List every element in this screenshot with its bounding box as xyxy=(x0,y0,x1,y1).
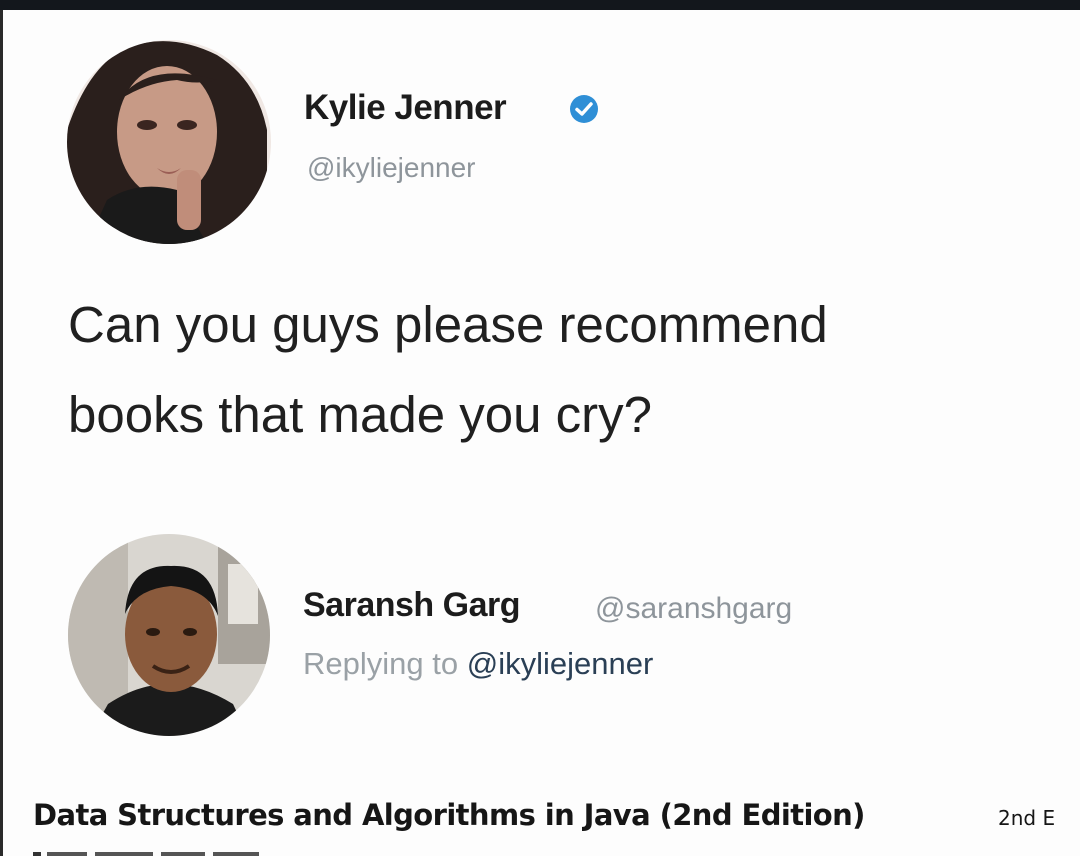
book-edition: 2nd E xyxy=(998,806,1056,830)
replying-to-line: Replying to @ikyliejenner xyxy=(303,646,653,682)
tweet-text-line: Can you guys please recommend xyxy=(68,296,828,353)
replying-to-mention[interactable]: @ikyliejenner xyxy=(467,646,654,681)
book-author-line-cropped xyxy=(33,852,259,856)
verified-badge-icon xyxy=(570,95,598,123)
kylie-handle[interactable]: @ikyliejenner xyxy=(307,152,476,184)
status-bar xyxy=(0,0,1080,10)
book-title: Data Structures and Algorithms in Java (… xyxy=(33,798,865,832)
kylie-avatar[interactable] xyxy=(67,40,271,244)
left-border xyxy=(0,10,3,856)
saransh-display-name[interactable]: Saransh Garg xyxy=(303,586,520,625)
tweet-text-line: books that made you cry? xyxy=(68,386,652,443)
saransh-avatar[interactable] xyxy=(68,534,270,736)
screenshot: Kylie Jenner @ikyliejenner Can you guys … xyxy=(0,0,1080,856)
replying-to-label: Replying to xyxy=(303,646,459,681)
kylie-display-name[interactable]: Kylie Jenner xyxy=(304,88,507,128)
tweet-body: Can you guys please recommend books that… xyxy=(68,280,1058,460)
saransh-handle[interactable]: @saranshgarg xyxy=(595,592,792,626)
